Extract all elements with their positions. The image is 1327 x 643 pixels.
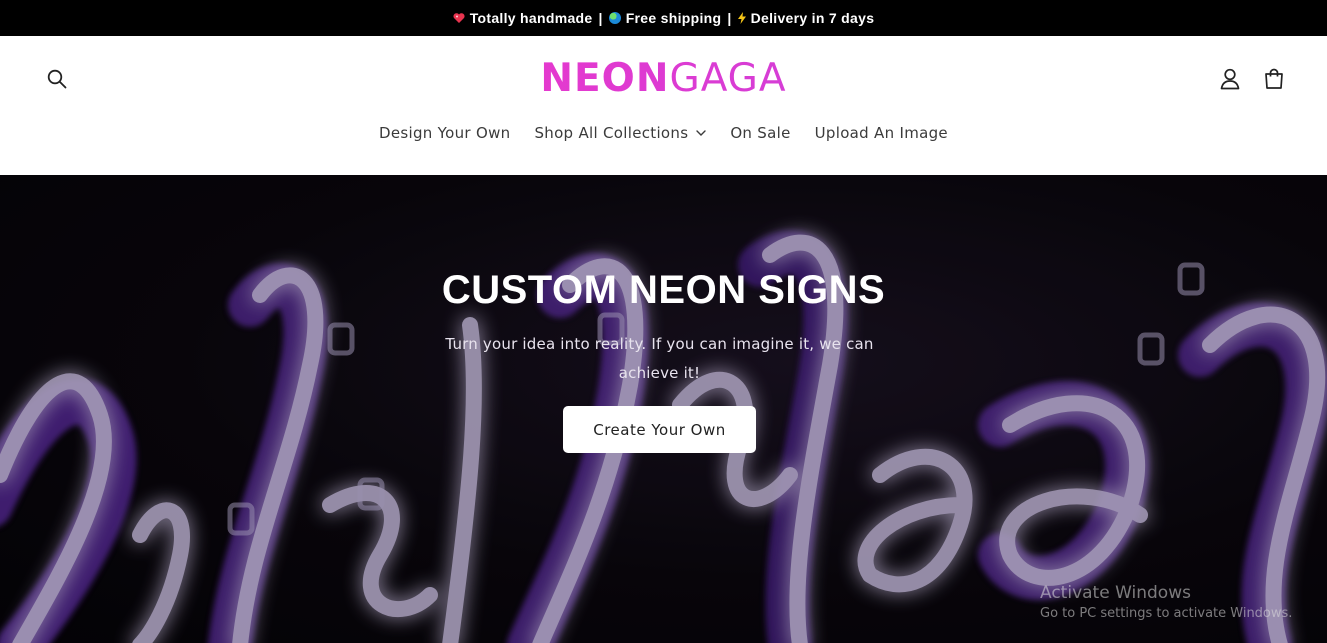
logo-text-light: GAGA bbox=[669, 56, 787, 101]
nav-item-upload-an-image[interactable]: Upload An Image bbox=[815, 124, 948, 142]
account-icon bbox=[1220, 68, 1240, 90]
announcement-separator: | bbox=[598, 10, 603, 26]
nav-label: Design Your Own bbox=[379, 124, 511, 142]
announcement-text-1: Totally handmade bbox=[469, 10, 593, 26]
nav-item-shop-all-collections[interactable]: Shop All Collections bbox=[534, 124, 707, 142]
chevron-down-icon bbox=[696, 130, 707, 136]
main-navigation: Design Your Own Shop All Collections On … bbox=[0, 120, 1327, 146]
site-header: NEONGAGA Design Your Own Shop All Collec… bbox=[0, 36, 1327, 175]
announcement-text-3: Delivery in 7 days bbox=[750, 10, 875, 26]
announcement-text-2: Free shipping bbox=[625, 10, 722, 26]
hero-title: CUSTOM NEON SIGNS bbox=[441, 268, 886, 312]
windows-activation-watermark: Activate Windows Go to PC settings to ac… bbox=[1040, 582, 1292, 623]
nav-label: Upload An Image bbox=[814, 124, 948, 142]
account-button[interactable] bbox=[1210, 59, 1250, 99]
announcement-item-shipping: Free shipping bbox=[608, 10, 722, 26]
watermark-subtitle: Go to PC settings to activate Windows. bbox=[1040, 606, 1293, 621]
nav-item-design-your-own[interactable]: Design Your Own bbox=[379, 124, 510, 142]
lightning-icon bbox=[737, 12, 746, 24]
announcement-bar: Totally handmade | Free shipping | Deliv… bbox=[0, 0, 1327, 36]
announcement-item-delivery: Delivery in 7 days bbox=[737, 10, 875, 26]
site-logo[interactable]: NEONGAGA bbox=[0, 54, 1327, 104]
announcement-separator: | bbox=[727, 10, 732, 26]
nav-item-on-sale[interactable]: On Sale bbox=[730, 124, 790, 142]
hero-subtitle: Turn your idea into reality. If you can … bbox=[445, 335, 874, 382]
announcement-item-handmade: Totally handmade bbox=[453, 10, 593, 26]
nav-label: Shop All Collections bbox=[534, 124, 689, 142]
create-your-own-button[interactable]: Create Your Own bbox=[563, 406, 756, 453]
nav-label: On Sale bbox=[730, 124, 791, 142]
globe-icon bbox=[608, 12, 621, 24]
heart-icon bbox=[453, 13, 465, 23]
cart-icon bbox=[1265, 68, 1283, 89]
logo-text-bold: NEON bbox=[540, 56, 670, 101]
cart-button[interactable] bbox=[1254, 59, 1294, 99]
watermark-title: Activate Windows bbox=[1040, 583, 1191, 603]
